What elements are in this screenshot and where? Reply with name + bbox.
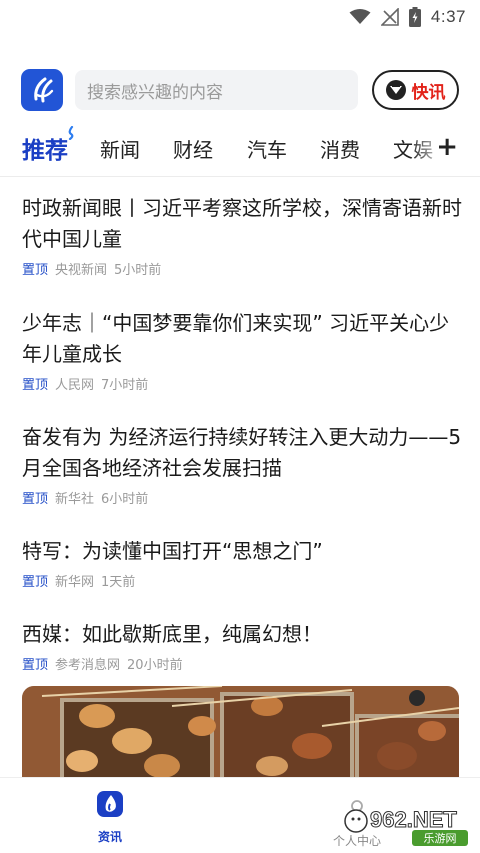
news-time: 1天前 bbox=[101, 575, 136, 590]
news-image[interactable] bbox=[22, 686, 459, 786]
search-placeholder: 搜索感兴趣的内容 bbox=[87, 82, 223, 103]
news-title: 少年志｜“中国梦要靠你们来实现” 习近平关心少年儿童成长 bbox=[22, 311, 450, 366]
news-item[interactable]: 特写：为读懂中国打开“思想之门” 置顶 新华网 1天前 bbox=[22, 536, 462, 590]
pinned-badge: 置顶 bbox=[22, 263, 49, 278]
kuaixun-label: 快讯 bbox=[411, 82, 446, 103]
pinned-badge: 置顶 bbox=[22, 658, 49, 673]
news-icon bbox=[96, 790, 124, 822]
news-meta: 置顶 新华社 6小时前 bbox=[22, 488, 462, 507]
news-meta: 置顶 新华网 1天前 bbox=[22, 571, 462, 590]
tab-recommend[interactable]: 推荐 bbox=[22, 131, 68, 165]
tabs-divider bbox=[0, 176, 480, 177]
news-time: 20小时前 bbox=[127, 658, 183, 673]
news-item[interactable]: 奋发有为 为经济运行持续好转注入更大动力——5月全国各地经济社会发展扫描 置顶 … bbox=[22, 422, 462, 507]
site-watermark: 962.NET 乐游网 bbox=[342, 803, 472, 847]
nav-news[interactable]: 资讯 bbox=[96, 790, 124, 845]
tab-active-indicator-icon bbox=[68, 126, 74, 140]
news-time: 5小时前 bbox=[114, 263, 162, 278]
app-logo-icon[interactable] bbox=[21, 69, 63, 111]
pinned-badge: 置顶 bbox=[22, 575, 49, 590]
news-source: 央视新闻 bbox=[55, 263, 108, 278]
kuaixun-button[interactable]: 快讯 bbox=[372, 70, 459, 110]
news-source: 参考消息网 bbox=[55, 658, 121, 673]
watermark-subtext: 乐游网 bbox=[424, 832, 457, 845]
nav-news-label: 资讯 bbox=[97, 830, 122, 844]
news-item[interactable]: 西媒：如此歇斯底里，纯属幻想！ 置顶 参考消息网 20小时前 bbox=[22, 619, 462, 673]
app-header: 搜索感兴趣的内容 快讯 bbox=[0, 67, 480, 113]
news-title: 西媒：如此歇斯底里，纯属幻想！ bbox=[22, 622, 322, 646]
news-meta: 置顶 央视新闻 5小时前 bbox=[22, 259, 462, 278]
no-signal-icon bbox=[380, 8, 399, 26]
search-input[interactable]: 搜索感兴趣的内容 bbox=[75, 70, 358, 110]
tab-news[interactable]: 新闻 bbox=[100, 134, 140, 163]
news-time: 6小时前 bbox=[101, 492, 149, 507]
news-title: 特写：为读懂中国打开“思想之门” bbox=[22, 539, 323, 563]
tab-consumer[interactable]: 消费 bbox=[320, 134, 360, 163]
category-tabs: 推荐 新闻 财经 汽车 消费 文娱 + bbox=[0, 126, 480, 172]
news-time: 7小时前 bbox=[101, 378, 149, 393]
news-title: 奋发有为 为经济运行持续好转注入更大动力——5月全国各地经济社会发展扫描 bbox=[22, 425, 462, 480]
news-meta: 置顶 参考消息网 20小时前 bbox=[22, 654, 462, 673]
tab-auto[interactable]: 汽车 bbox=[247, 134, 287, 163]
watermark-text: 962.NET bbox=[370, 807, 457, 832]
news-source: 人民网 bbox=[55, 378, 95, 393]
tab-finance[interactable]: 财经 bbox=[173, 134, 213, 163]
battery-charging-icon bbox=[408, 7, 421, 27]
status-time: 4:37 bbox=[430, 7, 466, 26]
pinned-badge: 置顶 bbox=[22, 492, 49, 507]
kuaixun-icon bbox=[385, 80, 406, 100]
news-item[interactable]: 少年志｜“中国梦要靠你们来实现” 习近平关心少年儿童成长 置顶 人民网 7小时前 bbox=[22, 308, 462, 393]
pinned-badge: 置顶 bbox=[22, 378, 49, 393]
news-meta: 置顶 人民网 7小时前 bbox=[22, 374, 462, 393]
news-item[interactable]: 时政新闻眼丨习近平考察这所学校，深情寄语新时代中国儿童 置顶 央视新闻 5小时前 bbox=[22, 193, 462, 278]
plus-icon[interactable]: + bbox=[436, 134, 458, 160]
wifi-icon bbox=[349, 9, 371, 25]
status-bar: 4:37 bbox=[0, 0, 480, 34]
news-source: 新华社 bbox=[55, 492, 95, 507]
news-title: 时政新闻眼丨习近平考察这所学校，深情寄语新时代中国儿童 bbox=[22, 196, 462, 251]
news-source: 新华网 bbox=[55, 575, 95, 590]
